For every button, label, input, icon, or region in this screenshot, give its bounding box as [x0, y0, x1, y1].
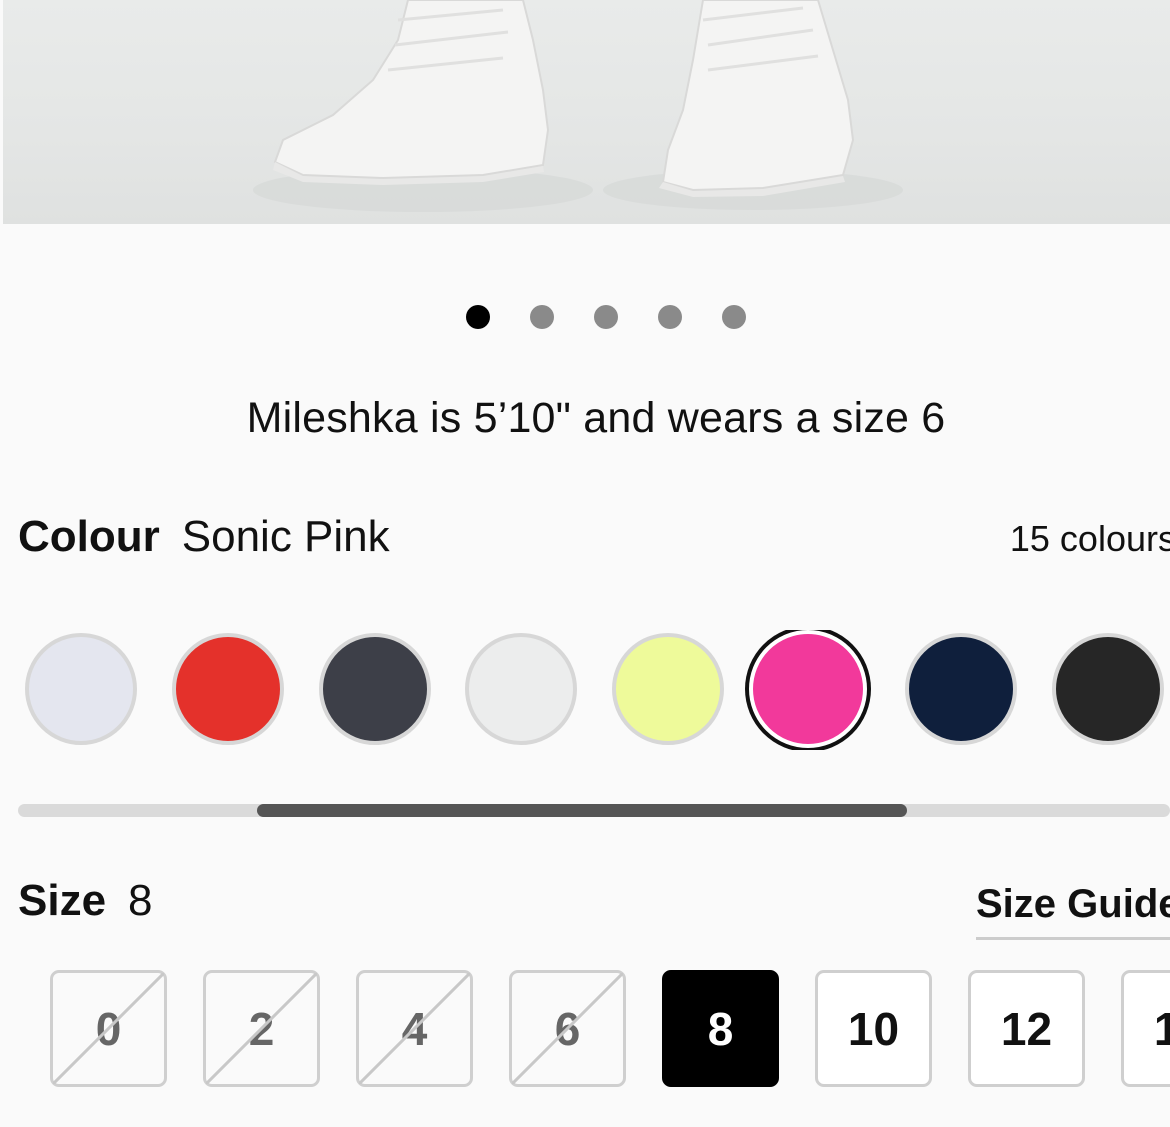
- pagination-dot[interactable]: [530, 305, 554, 329]
- colour-swatch[interactable]: [1052, 633, 1164, 745]
- size-header: Size 8: [18, 876, 153, 926]
- pagination-dot[interactable]: [722, 305, 746, 329]
- colour-swatches: [25, 630, 1170, 750]
- colour-swatch[interactable]: [172, 633, 284, 745]
- size-option-12[interactable]: 12: [968, 970, 1085, 1087]
- colour-swatch[interactable]: [319, 633, 431, 745]
- size-option-label: 12: [1000, 1002, 1053, 1055]
- pagination-dot-active[interactable]: [466, 305, 490, 329]
- colour-swatch[interactable]: [612, 633, 724, 745]
- model-info: Mileshka is 5’10" and wears a size 6: [246, 394, 946, 442]
- colour-label: Colour: [18, 512, 160, 561]
- selected-colour-name: Sonic Pink: [181, 512, 390, 561]
- size-option-6[interactable]: 6: [509, 970, 626, 1087]
- colour-count: 15 colours: [1009, 518, 1170, 559]
- unavailable-strike: [512, 973, 623, 1084]
- swatch-scrollbar[interactable]: [18, 804, 1170, 817]
- size-options: 0246 8 10 12 14: [50, 970, 1170, 1090]
- selected-size-value: 8: [128, 876, 153, 925]
- size-option-0[interactable]: 0: [50, 970, 167, 1087]
- sneakers-image: [253, 0, 903, 212]
- product-image[interactable]: [3, 0, 1170, 224]
- size-option-label: 10: [847, 1002, 900, 1055]
- pagination-dot[interactable]: [658, 305, 682, 329]
- colour-swatch[interactable]: [465, 633, 577, 745]
- swatch-scrollbar-thumb[interactable]: [257, 804, 907, 817]
- colour-header: Colour Sonic Pink: [18, 512, 390, 562]
- image-pagination: [0, 305, 1170, 329]
- unavailable-strike: [359, 973, 470, 1084]
- size-option-label: 8: [707, 1002, 734, 1055]
- size-option-label: 14: [1153, 1002, 1170, 1055]
- size-guide-link[interactable]: Size Guide: [976, 882, 1170, 940]
- size-option-14[interactable]: 14: [1121, 970, 1170, 1087]
- colour-swatch-selected[interactable]: [749, 630, 867, 748]
- size-label: Size: [18, 876, 107, 925]
- unavailable-strike: [206, 973, 317, 1084]
- colour-swatch[interactable]: [25, 633, 137, 745]
- size-option-8[interactable]: 8: [662, 970, 779, 1087]
- size-option-4[interactable]: 4: [356, 970, 473, 1087]
- size-option-10[interactable]: 10: [815, 970, 932, 1087]
- pagination-dot[interactable]: [594, 305, 618, 329]
- colour-swatch[interactable]: [905, 633, 1017, 745]
- size-option-2[interactable]: 2: [203, 970, 320, 1087]
- unavailable-strike: [53, 973, 164, 1084]
